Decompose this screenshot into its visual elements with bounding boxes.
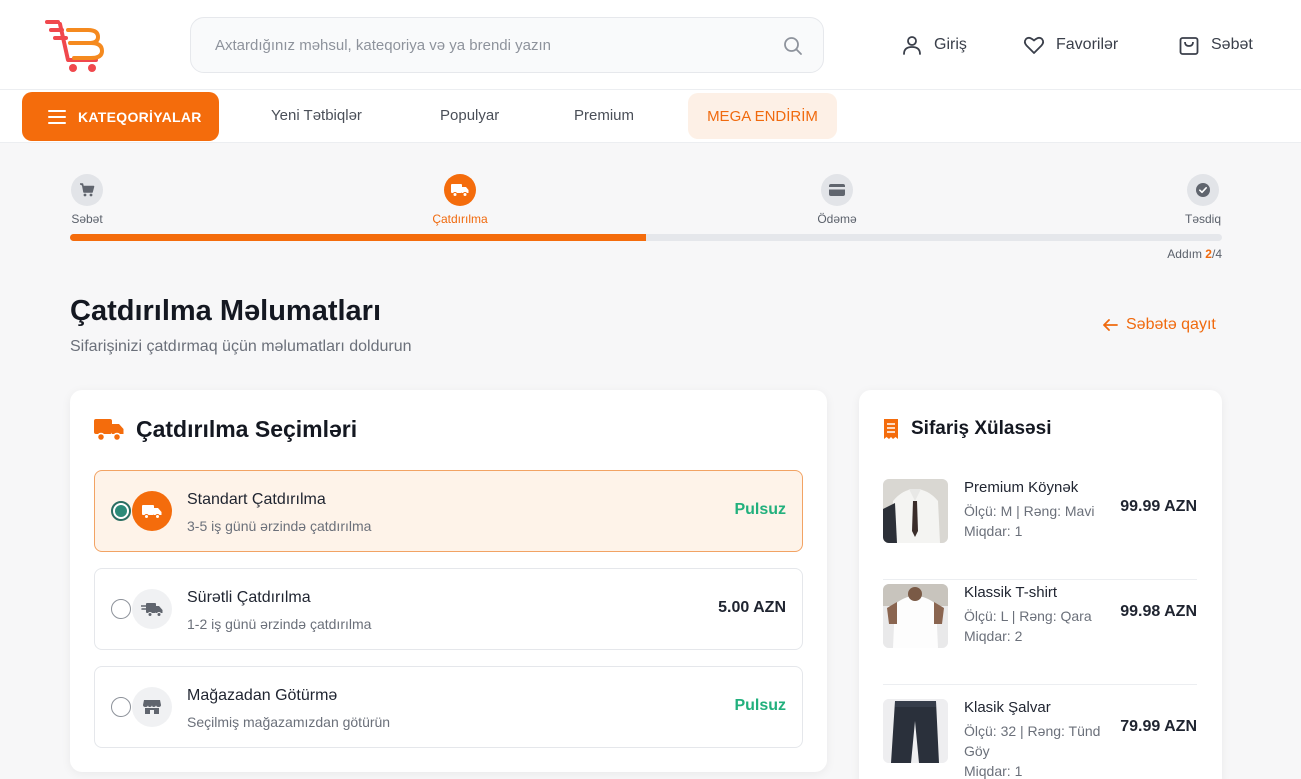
item-price: 79.99 AZN (1120, 718, 1197, 735)
step-counter: Addım 2/4 (1167, 247, 1222, 261)
cart-label: Səbət (1211, 36, 1253, 53)
option-desc: 1-2 iş günü ərzində çatdırılma (187, 616, 372, 632)
tshirt-image (883, 584, 948, 648)
step-label: Təsdiq (1184, 212, 1222, 226)
truck-icon (132, 491, 172, 531)
progress-fill (70, 234, 646, 241)
cart-icon (71, 174, 103, 206)
categories-label: KATEQORİYALAR (78, 108, 202, 125)
option-desc: 3-5 iş günü ərzində çatdırılma (187, 518, 372, 534)
mega-discount-link[interactable]: MEGA ENDİRİM (688, 93, 837, 139)
back-label: Səbətə qayıt (1126, 316, 1216, 333)
summary-card-title: Sifariş Xülasəsi (883, 418, 1051, 440)
delivery-card-title: Çatdırılma Seçimləri (94, 416, 357, 443)
item-quantity: Miqdar: 1 (964, 523, 1023, 539)
summary-item[interactable]: Klasik Şalvar Ölçü: 32 | Rəng: Tünd Göy M… (883, 695, 1197, 779)
search-box (190, 17, 824, 73)
nav-link-popular[interactable]: Populyar (440, 107, 499, 124)
item-price: 99.99 AZN (1120, 498, 1197, 515)
step-current: 2 (1205, 247, 1212, 261)
item-size-color: Ölçü: 32 | Rəng: Tünd Göy (964, 723, 1101, 759)
item-size-color: Ölçü: M | Rəng: Mavi (964, 503, 1095, 519)
option-name: Mağazadan Götürmə (187, 687, 338, 704)
step-counter-label: Addım (1167, 247, 1202, 261)
logo[interactable] (44, 16, 108, 74)
page-title: Çatdırılma Məlumatları (70, 295, 382, 327)
delivery-options-card: Çatdırılma Seçimləri Standart Çatdırılma… (70, 390, 827, 772)
user-icon (903, 36, 921, 55)
item-name: Klasik Şalvar (964, 699, 1051, 716)
back-to-cart-link[interactable]: Səbətə qayıt (1103, 316, 1216, 334)
login-label: Giriş (934, 36, 967, 53)
receipt-icon (884, 419, 898, 439)
heart-icon (1023, 36, 1045, 54)
item-meta: Ölçü: L | Rəng: Qara Miqdar: 2 (964, 606, 1114, 646)
radio-pickup[interactable] (111, 697, 131, 717)
option-desc: Seçilmiş mağazamızdan götürün (187, 714, 391, 730)
step-delivery: Çatdırılma (410, 174, 510, 226)
shopping-bag-icon (1179, 37, 1199, 55)
summary-item[interactable]: Premium Köynək Ölçü: M | Rəng: Mavi Miqda… (883, 475, 1197, 580)
cart-link[interactable]: Səbət (1177, 32, 1253, 58)
category-nav: KATEQORİYALAR Yeni Tətbiqlər Populyar Pr… (0, 90, 1301, 143)
summary-title-text: Sifariş Xülasəsi (911, 418, 1052, 439)
search-input[interactable] (215, 18, 775, 72)
summary-item[interactable]: Klassik T-shirt Ölçü: L | Rəng: Qara Miqd… (883, 580, 1197, 685)
check-icon (1187, 174, 1219, 206)
step-confirm: Təsdiq (1153, 174, 1253, 226)
option-price: Pulsuz (734, 501, 786, 518)
item-quantity: Miqdar: 1 (964, 763, 1023, 779)
step-label: Çatdırılma (432, 212, 488, 226)
radio-express[interactable] (111, 599, 131, 619)
item-size-color: Ölçü: L | Rəng: Qara (964, 608, 1092, 624)
nav-link-premium[interactable]: Premium (574, 107, 634, 124)
option-name: Sürətli Çatdırılma (187, 589, 311, 606)
option-price: 5.00 AZN (718, 599, 786, 616)
step-total: /4 (1211, 247, 1222, 261)
progress-bar (70, 234, 1222, 241)
truck-icon (94, 418, 124, 441)
card-icon (821, 174, 853, 206)
page-subtitle: Sifarişinizi çatdırmaq üçün məlumatları … (70, 338, 412, 355)
login-link[interactable]: Giriş (900, 32, 967, 58)
favorites-label: Favorilər (1056, 36, 1119, 53)
categories-button[interactable]: KATEQORİYALAR (22, 92, 219, 141)
store-icon (132, 687, 172, 727)
step-label: Səbət (71, 212, 103, 226)
delivery-option-standard[interactable]: Standart Çatdırılma 3-5 iş günü ərzində … (94, 470, 803, 552)
fast-truck-icon (132, 589, 172, 629)
truck-icon (444, 174, 476, 206)
search-icon[interactable] (783, 36, 803, 56)
step-payment: Ödəmə (787, 174, 887, 226)
menu-icon (48, 109, 66, 124)
trousers-image (883, 699, 948, 763)
item-name: Premium Köynək (964, 479, 1079, 496)
order-summary-card: Sifariş Xülasəsi Premium Köynək Ölçü: M … (859, 390, 1222, 779)
header: Giriş Favorilər Səbət (0, 0, 1301, 90)
option-name: Standart Çatdırılma (187, 491, 326, 508)
delivery-title-text: Çatdırılma Seçimləri (136, 416, 358, 442)
item-price: 99.98 AZN (1120, 603, 1197, 620)
delivery-option-pickup[interactable]: Mağazadan Götürmə Seçilmiş mağazamızdan … (94, 666, 803, 748)
option-price: Pulsuz (734, 697, 786, 714)
step-label: Ödəmə (817, 212, 857, 226)
item-meta: Ölçü: M | Rəng: Mavi Miqdar: 1 (964, 501, 1114, 541)
favorites-link[interactable]: Favorilər (1022, 32, 1118, 58)
item-name: Klassik T-shirt (964, 584, 1058, 601)
step-cart: Səbət (37, 174, 137, 226)
item-quantity: Miqdar: 2 (964, 628, 1023, 644)
nav-link-new[interactable]: Yeni Tətbiqlər (271, 107, 362, 124)
shirt-image (883, 479, 948, 543)
radio-standard[interactable] (111, 501, 131, 521)
item-meta: Ölçü: 32 | Rəng: Tünd Göy Miqdar: 1 (964, 721, 1114, 779)
delivery-option-express[interactable]: Sürətli Çatdırılma 1-2 iş günü ərzində ç… (94, 568, 803, 650)
arrow-left-icon (1103, 319, 1118, 331)
